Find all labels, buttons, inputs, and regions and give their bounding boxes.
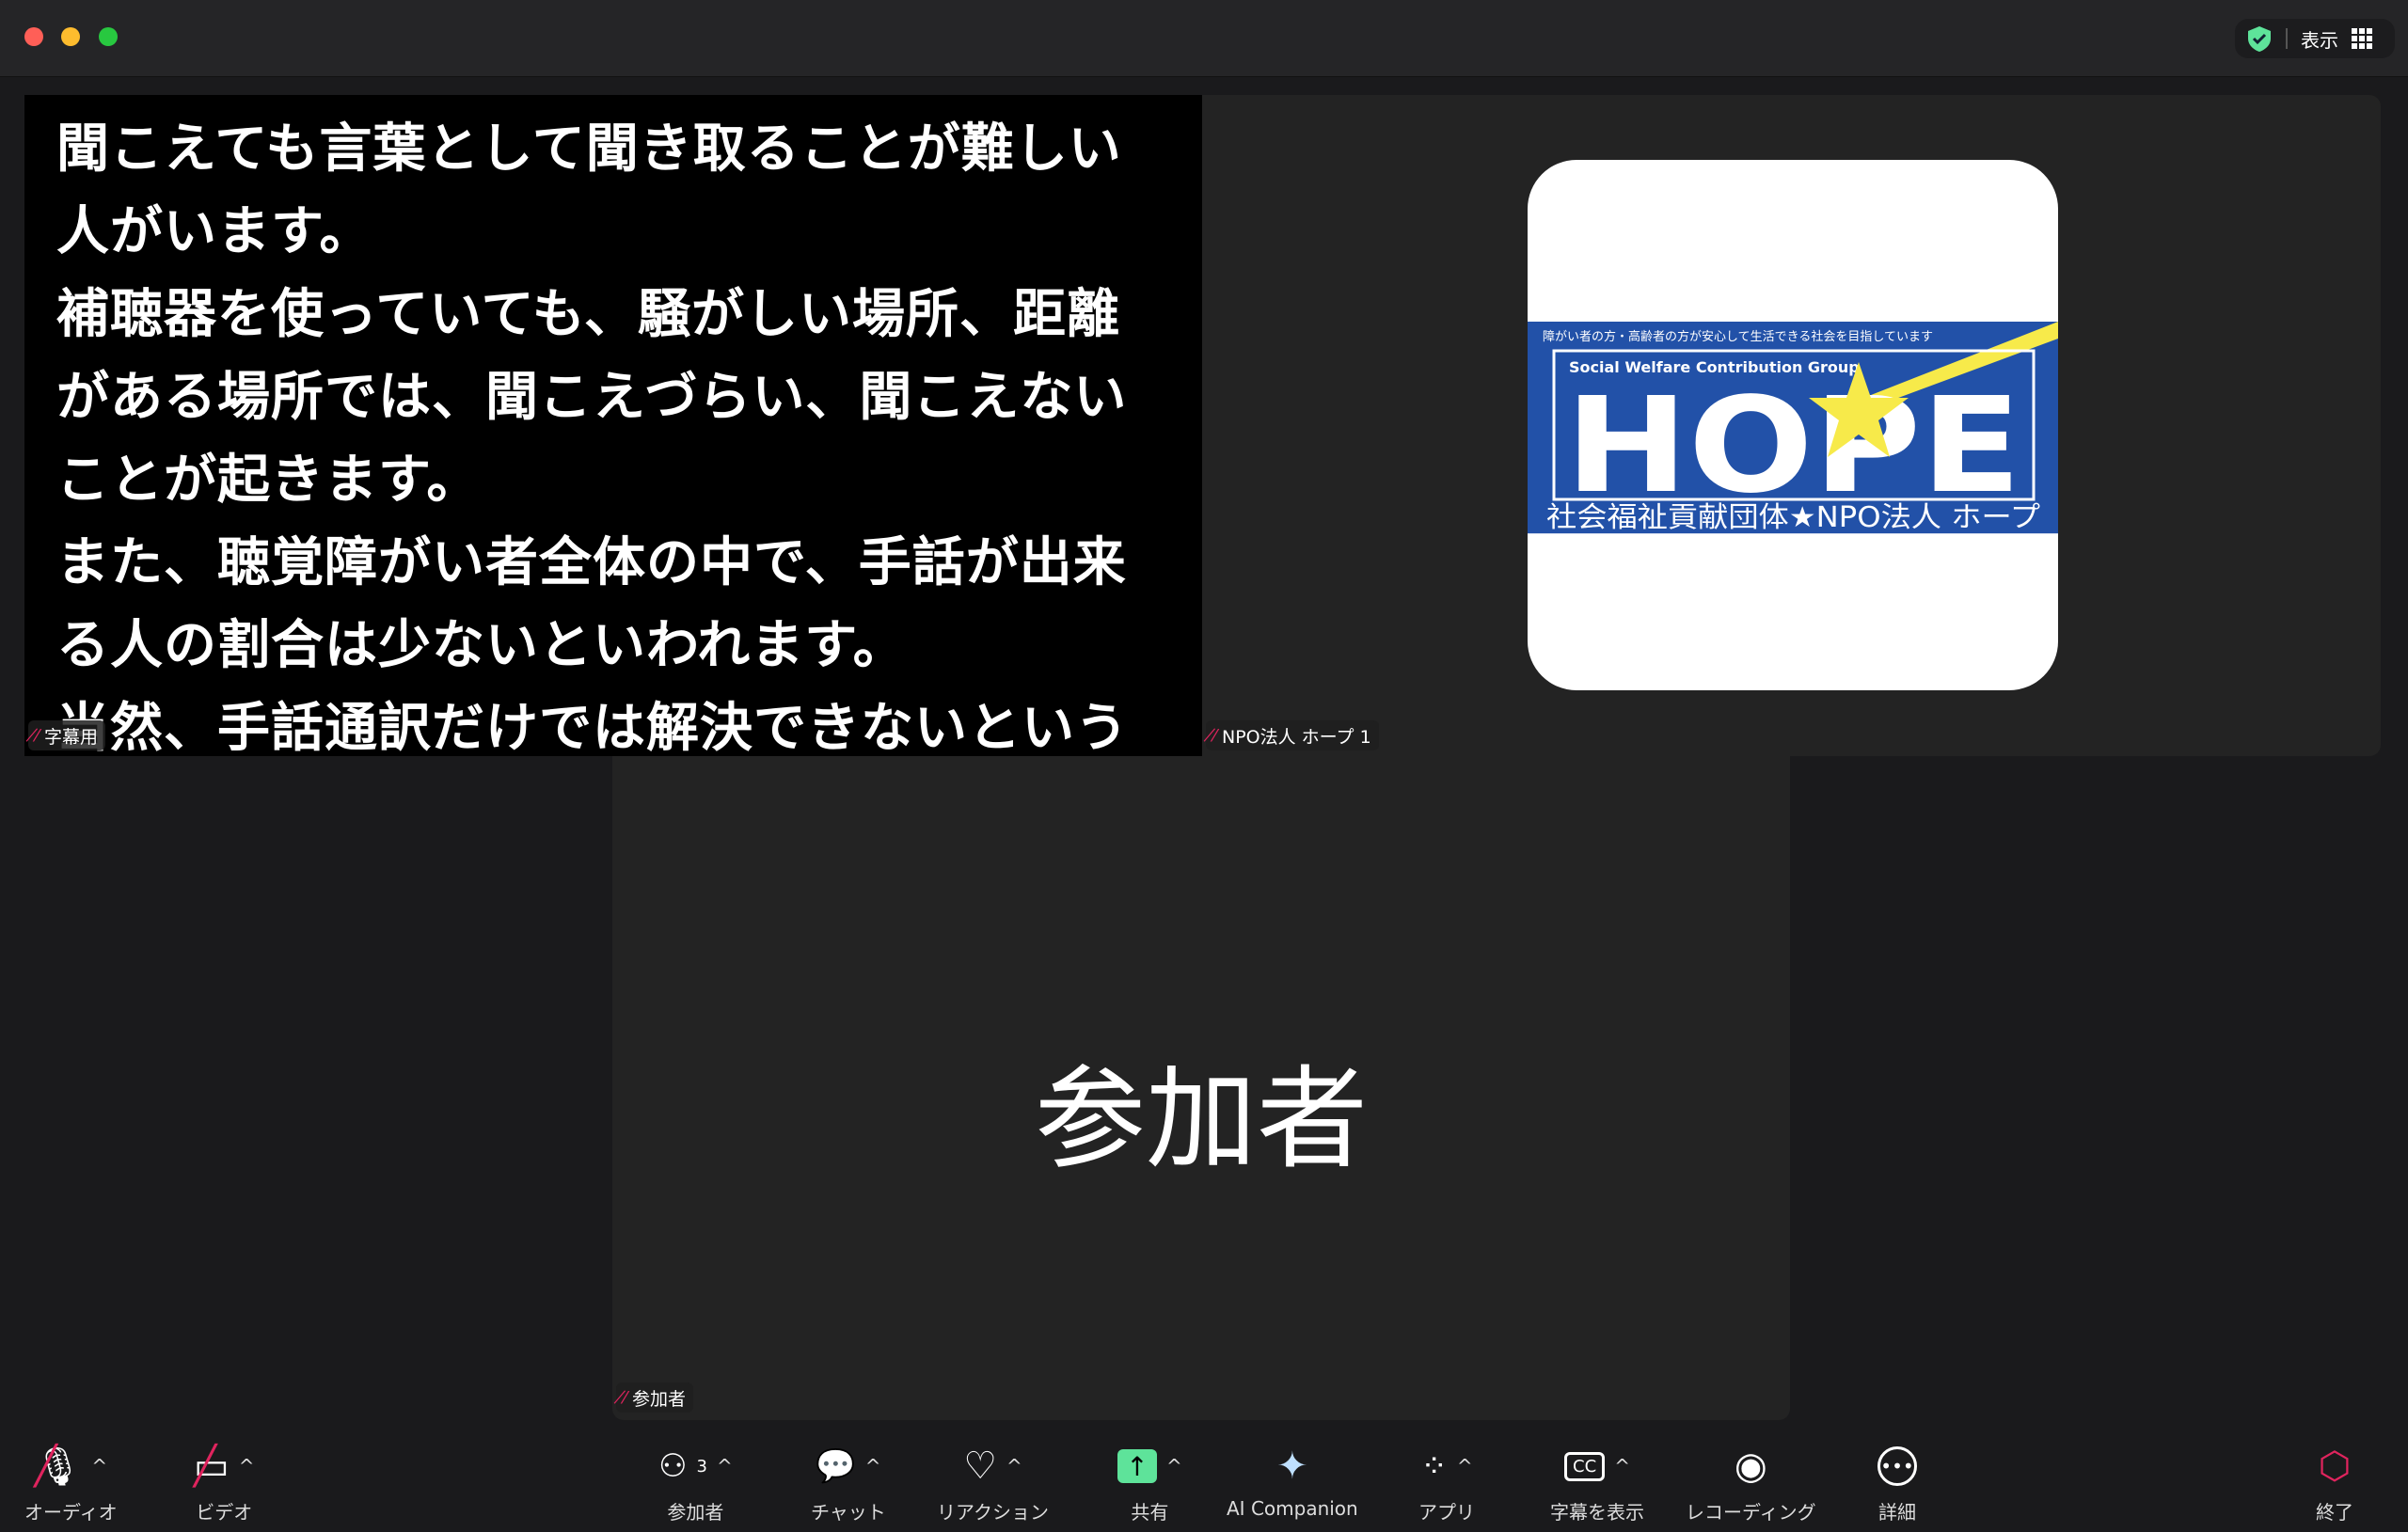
captions-options-caret[interactable]: ^ <box>1614 1455 1630 1477</box>
share-button[interactable]: ↑ ^ 共有 <box>1117 1443 1182 1524</box>
share-arrow-icon: ↑ <box>1117 1449 1157 1483</box>
chat-icon: 💬 <box>816 1447 856 1485</box>
apps-icon: ⁘ <box>1420 1447 1448 1485</box>
reactions-button[interactable]: ♡ ^ リアクション <box>937 1443 1049 1524</box>
video-options-caret[interactable]: ^ <box>239 1455 255 1477</box>
caption-line: また、聴覚障がい者全体の中で、手話が出来 <box>56 532 1127 593</box>
share-options-caret[interactable]: ^ <box>1166 1455 1182 1477</box>
cc-icon: CC <box>1564 1451 1606 1481</box>
sparkle-icon: ✦ <box>1276 1445 1308 1488</box>
share-label: 共有 <box>1131 1501 1169 1524</box>
participant-name: 参加者 <box>632 1388 687 1410</box>
video-label: ビデオ <box>196 1501 253 1524</box>
video-off-icon: ▭ ╱ <box>194 1445 230 1488</box>
audio-button[interactable]: 🎙 ╱ ^ オーディオ <box>24 1443 118 1524</box>
participants-label: 参加者 <box>667 1501 724 1524</box>
more-dots-icon: ••• <box>1877 1446 1917 1486</box>
view-button[interactable]: 表示 <box>2301 25 2338 53</box>
chat-button[interactable]: 💬 ^ チャット <box>811 1443 886 1524</box>
minimize-window-button[interactable] <box>61 27 80 46</box>
captions-button[interactable]: CC ^ 字幕を表示 <box>1550 1443 1644 1524</box>
zoom-window-button[interactable] <box>99 27 118 46</box>
caption-line: 当然、手話通訳だけでは解決できないという <box>56 698 1129 756</box>
participants-options-caret[interactable]: ^ <box>717 1455 733 1477</box>
end-meeting-button[interactable]: ⬡ 終了 <box>2316 1443 2353 1524</box>
divider <box>2286 28 2288 49</box>
video-button[interactable]: ▭ ╱ ^ ビデオ <box>194 1443 255 1524</box>
caption-tile-nametag: ⁄̸ 字幕用 <box>28 720 106 750</box>
heart-icon: ♡ <box>963 1445 998 1488</box>
participants-button[interactable]: ⚇ 3 ^ 参加者 <box>658 1443 733 1524</box>
npo-hope-logo: 障がい者の方・高齢者の方が安心して生活できる社会を目指しています Social … <box>1528 160 2058 690</box>
logo-org-name: 社会福祉貢献団体★NPO法人 ホープ <box>1546 501 2040 534</box>
grid-icon[interactable] <box>2352 28 2372 49</box>
record-icon: ◉ <box>1734 1445 1767 1488</box>
shield-check-icon[interactable] <box>2246 24 2273 53</box>
ai-companion-label: AI Companion <box>1227 1497 1358 1520</box>
ai-companion-button[interactable]: ✦ AI Companion <box>1227 1443 1358 1520</box>
caption-line: る人の割合は少ないといわれます。 <box>56 615 907 676</box>
participants-icon: ⚇ <box>658 1447 688 1485</box>
captions-label: 字幕を表示 <box>1550 1501 1644 1524</box>
caption-line: 人がいます。 <box>56 201 373 262</box>
npo-tile-nametag: ⁄̸ NPO法人 ホープ 1 <box>1206 720 1379 750</box>
view-controls: 表示 <box>2235 19 2395 58</box>
mic-muted-icon: ⁄̸ <box>1213 725 1217 746</box>
chat-options-caret[interactable]: ^ <box>865 1455 881 1477</box>
participant-count: 3 <box>696 1456 707 1477</box>
audio-label: オーディオ <box>24 1501 118 1524</box>
mic-muted-icon: 🎙 ╱ <box>34 1444 83 1489</box>
reactions-options-caret[interactable]: ^ <box>1006 1455 1022 1477</box>
logo-tagline: 障がい者の方・高齢者の方が安心して生活できる社会を目指しています <box>1543 329 1933 344</box>
participant-name: 字幕用 <box>44 726 99 748</box>
recording-button[interactable]: ◉ レコーディング <box>1686 1443 1816 1524</box>
mic-muted-icon: ⁄̸ <box>36 725 40 746</box>
meeting-toolbar: 🎙 ╱ ^ オーディオ ▭ ╱ ^ ビデオ ⚇ 3 ^ 参加者 💬 ^ チャット ♡ ^ リアクション ↑… <box>0 1420 2408 1532</box>
reactions-label: リアクション <box>937 1501 1049 1524</box>
participant-video-tile: 参加者 <box>612 756 1790 1420</box>
mic-muted-icon: ⁄̸ <box>624 1387 627 1408</box>
caption-line: ことが起きます。 <box>56 450 481 511</box>
recording-label: レコーディング <box>1686 1501 1816 1524</box>
caption-line: 聞こえても言葉として聞き取ることが難しい <box>56 118 1122 180</box>
caption-video-tile: 聞こえても言葉として聞き取ることが難しい 人がいます。 補聴器を使っていても、騒… <box>24 95 1202 756</box>
title-bar: 表示 <box>0 0 2408 77</box>
participant-tile-nametag: ⁄̸ 参加者 <box>616 1382 694 1413</box>
close-window-button[interactable] <box>24 27 43 46</box>
chat-label: チャット <box>811 1501 886 1524</box>
participant-display-name: 参加者 <box>1034 1054 1368 1184</box>
participant-name: NPO法人 ホープ 1 <box>1222 726 1371 748</box>
end-label: 終了 <box>2316 1501 2353 1524</box>
more-label: 詳細 <box>1878 1501 1916 1524</box>
caption-line: がある場所では、聞こえづらい、聞こえない <box>56 367 1128 428</box>
apps-button[interactable]: ⁘ ^ アプリ <box>1418 1443 1475 1524</box>
logo-word: HOPE <box>1565 370 2021 523</box>
caption-line: 補聴器を使っていても、騒がしい場所、距離 <box>56 284 1121 345</box>
audio-options-caret[interactable]: ^ <box>91 1455 107 1477</box>
more-button[interactable]: ••• 詳細 <box>1877 1443 1917 1524</box>
end-x-icon: ⬡ <box>2318 1445 2352 1488</box>
apps-label: アプリ <box>1418 1501 1475 1524</box>
apps-options-caret[interactable]: ^ <box>1457 1455 1473 1477</box>
